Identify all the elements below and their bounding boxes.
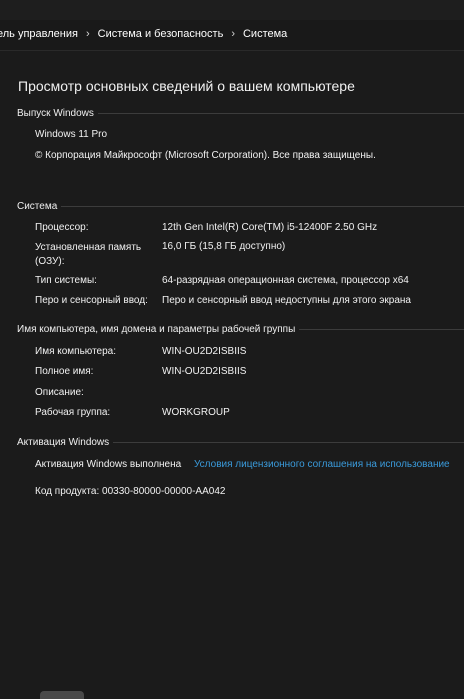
address-bar[interactable]: ель управления › Система и безопасность … — [0, 20, 464, 51]
computer-name-value: WIN-OU2D2ISBIIS — [162, 346, 247, 357]
section-header-label: Имя компьютера, имя домена и параметры р… — [17, 323, 296, 335]
breadcrumb-control-panel[interactable]: ель управления — [0, 28, 78, 40]
system-type-label: Тип системы: — [35, 275, 97, 286]
section-system: Система — [17, 199, 464, 213]
processor-value: 12th Gen Intel(R) Core(TM) i5-12400F 2.5… — [162, 222, 378, 233]
section-divider — [299, 328, 464, 330]
pen-touch-label: Перо и сенсорный ввод: — [35, 295, 148, 306]
section-header-label: Выпуск Windows — [17, 107, 94, 119]
section-activation: Активация Windows — [17, 435, 464, 449]
windows-edition-value: Windows 11 Pro — [35, 129, 108, 140]
workgroup-label: Рабочая группа: — [35, 407, 111, 418]
section-divider — [113, 441, 464, 443]
section-windows-edition: Выпуск Windows — [17, 106, 464, 120]
section-header-label: Активация Windows — [17, 436, 110, 448]
chevron-right-icon[interactable]: › — [86, 28, 90, 40]
chevron-right-icon[interactable]: › — [231, 28, 235, 40]
full-name-value: WIN-OU2D2ISBIIS — [162, 366, 247, 377]
memory-value: 16,0 ГБ (15,8 ГБ доступно) — [162, 241, 286, 252]
section-divider — [97, 112, 464, 114]
horizontal-scrollbar-thumb[interactable] — [40, 691, 84, 699]
workgroup-value: WORKGROUP — [162, 407, 230, 418]
description-label: Описание: — [35, 387, 84, 398]
license-terms-link[interactable]: Условия лицензионного соглашения на испо… — [194, 459, 450, 470]
product-key: Код продукта: 00330-80000-00000-AA042 — [35, 486, 226, 497]
section-computer-name: Имя компьютера, имя домена и параметры р… — [17, 322, 464, 336]
title-bar — [0, 0, 464, 20]
computer-name-label: Имя компьютера: — [35, 346, 117, 357]
page-title: Просмотр основных сведений о вашем компь… — [18, 78, 355, 94]
breadcrumb-system[interactable]: Система — [243, 28, 287, 40]
section-divider — [61, 205, 464, 207]
memory-label: Установленная память (ОЗУ): — [35, 242, 142, 267]
processor-label: Процессор: — [35, 222, 89, 233]
main-content: Просмотр основных сведений о вашем компь… — [0, 51, 464, 699]
full-name-label: Полное имя: — [35, 366, 94, 377]
breadcrumb-system-and-security[interactable]: Система и безопасность — [98, 28, 224, 40]
pen-touch-value: Перо и сенсорный ввод недоступны для это… — [162, 295, 411, 306]
breadcrumb: ель управления › Система и безопасность … — [0, 28, 287, 40]
activation-status: Активация Windows выполнена — [35, 459, 182, 470]
copyright-text: © Корпорация Майкрософт (Microsoft Corpo… — [35, 150, 376, 161]
section-header-label: Система — [17, 200, 58, 212]
system-type-value: 64-разрядная операционная система, проце… — [162, 275, 409, 286]
